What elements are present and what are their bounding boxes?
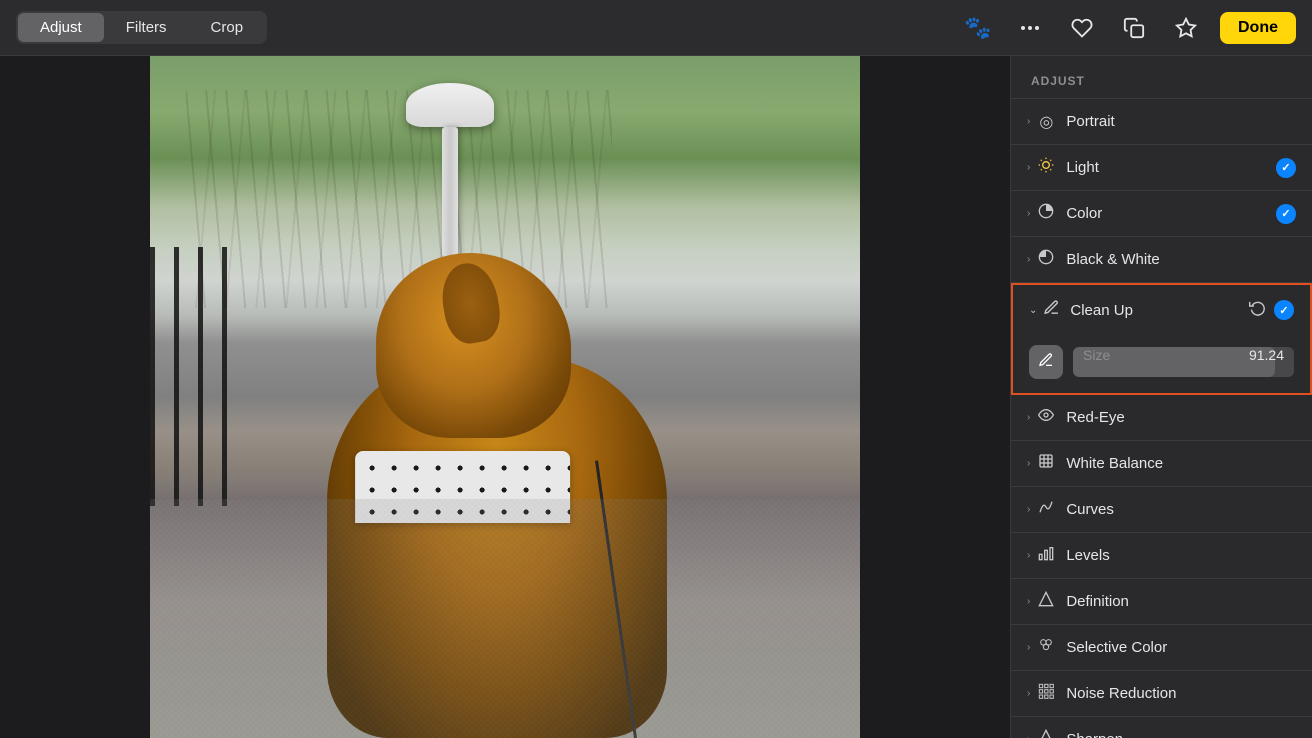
red-eye-label: Red-Eye <box>1066 409 1296 426</box>
right-panel: ADJUST › ◎ Portrait › Light <box>1010 56 1312 738</box>
sharpen-label: Sharpen <box>1066 731 1296 738</box>
portrait-icon: ◎ <box>1036 112 1056 132</box>
definition-icon <box>1036 591 1056 612</box>
white-balance-icon <box>1036 453 1056 474</box>
color-icon <box>1036 203 1056 224</box>
cleanup-section: ⌄ Clean Up <box>1011 283 1312 395</box>
color-label: Color <box>1066 205 1276 222</box>
chevron-right-icon: › <box>1027 596 1030 607</box>
adjust-item-white-balance[interactable]: › White Balance <box>1011 441 1312 487</box>
adjust-item-red-eye[interactable]: › Red-Eye <box>1011 395 1312 441</box>
adjust-item-sharpen[interactable]: › Sharpen <box>1011 717 1312 738</box>
heart-icon-button[interactable] <box>1064 10 1100 46</box>
size-row: Size 91.24 <box>1013 335 1310 393</box>
adjust-item-noise-reduction[interactable]: › Noise Reduction <box>1011 671 1312 717</box>
light-check <box>1276 158 1296 178</box>
chevron-right-icon: › <box>1027 254 1030 265</box>
portrait-label: Portrait <box>1066 113 1296 130</box>
adjust-item-curves[interactable]: › Curves <box>1011 487 1312 533</box>
size-slider[interactable]: Size 91.24 <box>1073 347 1294 377</box>
tab-filters[interactable]: Filters <box>104 13 189 42</box>
tab-group: Adjust Filters Crop <box>16 11 267 44</box>
mushroom-object <box>406 83 494 257</box>
tab-adjust[interactable]: Adjust <box>18 13 104 42</box>
main-area: ADJUST › ◎ Portrait › Light <box>0 56 1312 738</box>
chevron-right-icon: › <box>1027 504 1030 515</box>
more-icon-button[interactable] <box>1012 10 1048 46</box>
cleanup-check <box>1274 300 1294 320</box>
top-bar: Adjust Filters Crop 🐾 <box>0 0 1312 56</box>
top-right-icons: 🐾 Done <box>960 10 1296 46</box>
white-balance-label: White Balance <box>1066 455 1296 472</box>
tab-crop[interactable]: Crop <box>189 13 266 42</box>
noise-reduction-icon <box>1036 683 1056 704</box>
pencil-tool-button[interactable] <box>1029 345 1063 379</box>
pencil-icon <box>1038 352 1054 373</box>
copy-icon-button[interactable] <box>1116 10 1152 46</box>
adjust-item-light[interactable]: › Light <box>1011 145 1312 191</box>
chevron-right-icon: › <box>1027 458 1030 469</box>
adjust-item-portrait[interactable]: › ◎ Portrait <box>1011 99 1312 145</box>
adjust-item-color[interactable]: › Color <box>1011 191 1312 237</box>
cleanup-icon <box>1043 299 1060 321</box>
levels-label: Levels <box>1066 547 1296 564</box>
black-white-label: Black & White <box>1066 251 1296 268</box>
red-eye-icon <box>1036 407 1056 428</box>
mushroom-cap <box>406 83 494 127</box>
adjust-item-definition[interactable]: › Definition <box>1011 579 1312 625</box>
adjust-item-levels[interactable]: › Levels <box>1011 533 1312 579</box>
photo-canvas <box>150 56 860 738</box>
selective-color-label: Selective Color <box>1066 639 1296 656</box>
undo-button[interactable] <box>1249 299 1266 321</box>
levels-icon <box>1036 545 1056 566</box>
chevron-right-icon: › <box>1027 116 1030 127</box>
noise-reduction-label: Noise Reduction <box>1066 685 1296 702</box>
light-icon <box>1036 157 1056 178</box>
adjust-item-selective-color[interactable]: › Selective Color <box>1011 625 1312 671</box>
size-slider-fill <box>1073 347 1275 377</box>
done-button[interactable]: Done <box>1220 12 1296 44</box>
fence-left <box>150 247 235 506</box>
definition-label: Definition <box>1066 593 1296 610</box>
mushroom-stem <box>442 127 458 257</box>
tree-overlay <box>186 90 612 308</box>
sharpen-icon <box>1036 729 1056 738</box>
selective-color-icon <box>1036 637 1056 658</box>
curves-label: Curves <box>1066 501 1296 518</box>
chevron-right-icon: › <box>1027 642 1030 653</box>
light-label: Light <box>1066 159 1276 176</box>
chevron-right-icon: › <box>1027 688 1030 699</box>
color-check <box>1276 204 1296 224</box>
cleanup-label: Clean Up <box>1070 302 1249 319</box>
panel-header: ADJUST <box>1011 56 1312 99</box>
photo-area <box>0 56 1010 738</box>
adjust-item-black-white[interactable]: › Black & White <box>1011 237 1312 283</box>
chevron-right-icon: › <box>1027 734 1030 738</box>
chevron-right-icon: › <box>1027 412 1030 423</box>
black-white-icon <box>1036 249 1056 270</box>
curves-icon <box>1036 499 1056 520</box>
cleanup-actions <box>1249 299 1294 321</box>
gravel-overlay <box>150 499 860 738</box>
chevron-right-icon: › <box>1027 550 1030 561</box>
magic-icon-button[interactable] <box>1168 10 1204 46</box>
chevron-down-icon: ⌄ <box>1029 305 1037 316</box>
cleanup-header[interactable]: ⌄ Clean Up <box>1013 285 1310 335</box>
paw-icon-button[interactable]: 🐾 <box>960 10 996 46</box>
chevron-right-icon: › <box>1027 162 1030 173</box>
chevron-right-icon: › <box>1027 208 1030 219</box>
